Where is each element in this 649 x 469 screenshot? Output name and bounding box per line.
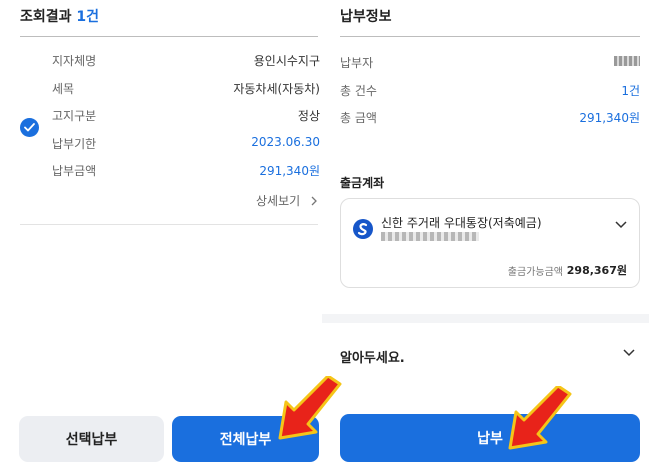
- amount-label: 납부금액: [52, 164, 97, 178]
- total-count-value: 1건: [621, 83, 640, 98]
- detail-row-amount: 납부금액 291,340원: [52, 158, 320, 186]
- total-amount-label: 총 금액: [340, 111, 377, 125]
- result-title: 조회결과 1건: [20, 6, 99, 26]
- tax-type-value: 자동차세(자동차): [233, 81, 320, 96]
- title-divider: [20, 36, 318, 37]
- payment-info-title: 납부정보: [340, 9, 392, 25]
- account-name: 신한 주거래 우대통장(저축예금): [381, 216, 542, 230]
- result-count: 1건: [76, 9, 100, 25]
- detail-row-notice-type: 고지구분 정상: [52, 103, 320, 131]
- total-count-row: 총 건수 1건: [340, 78, 640, 106]
- total-amount-row: 총 금액 291,340원: [340, 105, 640, 133]
- notice-type-label: 고지구분: [52, 109, 97, 123]
- detail-row-tax-type: 세목 자동차세(자동차): [52, 76, 320, 104]
- account-number-redacted: [381, 232, 479, 241]
- pay-button[interactable]: 납부: [340, 414, 640, 462]
- payment-info-divider: [340, 36, 640, 37]
- available-balance-value: 298,367원: [566, 264, 627, 277]
- section-separator: [322, 314, 649, 323]
- payer-row: 납부자: [340, 50, 640, 78]
- total-amount-value: 291,340원: [579, 111, 640, 125]
- detail-row-due-date: 납부기한 2023.06.30: [52, 131, 320, 159]
- due-date-value: 2023.06.30: [251, 134, 320, 149]
- result-title-label: 조회결과: [20, 9, 72, 25]
- detail-view-link[interactable]: 상세보기: [256, 192, 318, 209]
- select-pay-button[interactable]: 선택납부: [19, 416, 164, 462]
- shinhan-bank-logo: [353, 219, 373, 239]
- region-value: 용인시수지구: [253, 54, 320, 68]
- notice-title[interactable]: 알아두세요.: [340, 347, 405, 366]
- tax-item-details: 지자체명 용인시수지구 세목 자동차세(자동차) 고지구분 정상 납부기한 20…: [52, 48, 320, 186]
- chevron-down-icon[interactable]: [615, 221, 627, 229]
- payer-name-redacted: [614, 56, 640, 66]
- inquiry-result-panel: 조회결과 1건 지자체명 용인시수지구 세목 자동차세(자동차) 고지구분 정상…: [0, 0, 322, 469]
- chevron-down-icon[interactable]: [623, 349, 635, 357]
- payer-label: 납부자: [340, 56, 374, 70]
- detail-row-region: 지자체명 용인시수지구: [52, 48, 320, 76]
- due-date-label: 납부기한: [52, 136, 97, 151]
- total-count-label: 총 건수: [340, 83, 377, 98]
- notice-type-value: 정상: [297, 109, 320, 123]
- item-divider: [20, 224, 318, 225]
- withdrawal-account-selector[interactable]: 신한 주거래 우대통장(저축예금) 출금가능금액 298,367원: [340, 198, 640, 288]
- chevron-right-icon: [311, 196, 317, 206]
- available-balance-label: 출금가능금액: [507, 267, 563, 278]
- payment-info-panel: 납부정보 납부자 총 건수 1건 총 금액 291,340원 출금계좌 신한 주…: [322, 0, 649, 469]
- tax-type-label: 세목: [52, 81, 75, 96]
- payment-summary: 납부자 총 건수 1건 총 금액 291,340원: [340, 50, 640, 133]
- detail-view-label: 상세보기: [256, 194, 301, 208]
- check-icon[interactable]: [20, 118, 39, 137]
- amount-value: 291,340원: [259, 164, 320, 178]
- pay-all-button[interactable]: 전체납부: [172, 416, 319, 462]
- withdrawal-account-title: 출금계좌: [340, 176, 385, 190]
- region-label: 지자체명: [52, 54, 97, 68]
